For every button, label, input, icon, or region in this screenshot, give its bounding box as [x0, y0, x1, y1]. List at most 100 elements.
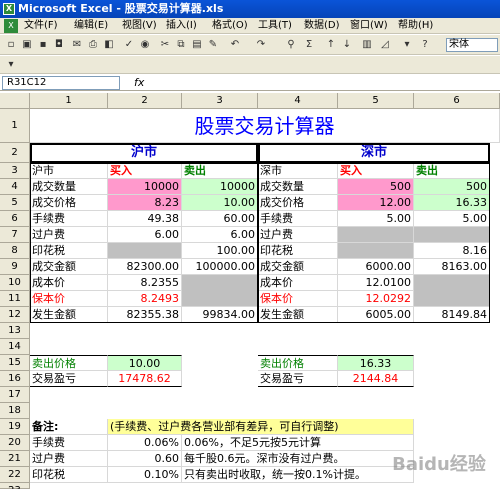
row-header[interactable]: 23 — [0, 483, 30, 489]
menu-insert[interactable]: 插入(I) — [166, 19, 197, 33]
row-header[interactable]: 4 — [0, 179, 30, 195]
sz-sell-price-label[interactable]: 卖出价格 — [258, 355, 338, 371]
font-name-box[interactable]: 宋体 — [446, 38, 498, 52]
sh-transfer-sell[interactable]: 6.00 — [182, 227, 258, 243]
name-box[interactable]: R31C12 — [2, 76, 120, 90]
sz-header[interactable]: 深市 — [258, 143, 490, 163]
cut-icon[interactable]: ✂ — [158, 38, 172, 52]
menu-format[interactable]: 格式(O) — [212, 19, 248, 33]
sz-profit-value[interactable]: 2144.84 — [338, 371, 414, 387]
menu-data[interactable]: 数据(D) — [304, 19, 340, 33]
sh-market-label[interactable]: 沪市 — [30, 163, 108, 179]
column-header[interactable]: 4 — [258, 93, 338, 109]
row-header[interactable]: 3 — [0, 163, 30, 179]
sh-amount-buy[interactable]: 82300.00 — [108, 259, 182, 275]
sh-cost-label[interactable]: 成本价 — [30, 275, 108, 291]
menu-window[interactable]: 窗口(W) — [350, 19, 388, 33]
sz-occur-buy[interactable]: 6005.00 — [338, 307, 414, 323]
sz-sell-price-value[interactable]: 16.33 — [338, 355, 414, 371]
menu-tools[interactable]: 工具(T) — [258, 19, 292, 33]
notes-fee-label[interactable]: 手续费 — [30, 435, 108, 451]
notes-transfer-label[interactable]: 过户费 — [30, 451, 108, 467]
hyperlink-icon[interactable]: ⚲ — [284, 38, 298, 52]
sh-stamp-sell[interactable]: 100.00 — [182, 243, 258, 259]
sh-occur-buy[interactable]: 82355.38 — [108, 307, 182, 323]
sh-stamp-label[interactable]: 印花税 — [30, 243, 108, 259]
row-header[interactable]: 13 — [0, 323, 30, 339]
sh-price-sell[interactable]: 10.00 — [182, 195, 258, 211]
sz-transfer-label[interactable]: 过户费 — [258, 227, 338, 243]
save-icon[interactable]: ▪ — [36, 38, 50, 52]
notes-transfer-text[interactable]: 每千股0.6元。深市没有过户费。 — [182, 451, 414, 467]
column-header[interactable]: 5 — [338, 93, 414, 109]
sz-fee-sell[interactable]: 5.00 — [414, 211, 490, 227]
sz-fee-buy[interactable]: 5.00 — [338, 211, 414, 227]
fx-icon[interactable]: fx — [134, 76, 144, 89]
sz-transfer-buy[interactable] — [338, 227, 414, 243]
row-header[interactable]: 6 — [0, 211, 30, 227]
undo-icon[interactable]: ↶ — [228, 38, 242, 52]
toolbar-options-icon[interactable]: ▾ — [4, 58, 18, 72]
new-icon[interactable]: ▫ — [4, 38, 18, 52]
research-icon[interactable]: ◉ — [138, 38, 152, 52]
sh-cost-value[interactable]: 8.2355 — [108, 275, 182, 291]
menu-help[interactable]: 帮助(H) — [398, 19, 433, 33]
sh-cost-blank[interactable] — [182, 275, 258, 307]
sz-amount-sell[interactable]: 8163.00 — [414, 259, 490, 275]
sz-breakeven-label[interactable]: 保本价 — [258, 291, 338, 307]
sz-amount-buy[interactable]: 6000.00 — [338, 259, 414, 275]
open-icon[interactable]: ▣ — [20, 38, 34, 52]
sz-cost-label[interactable]: 成本价 — [258, 275, 338, 291]
notes-transfer-rate[interactable]: 0.60 — [108, 451, 182, 467]
sh-transfer-buy[interactable]: 6.00 — [108, 227, 182, 243]
row-header[interactable]: 8 — [0, 243, 30, 259]
notes-fee-rate[interactable]: 0.06% — [108, 435, 182, 451]
row-header[interactable]: 14 — [0, 339, 30, 355]
document-menu-icon[interactable]: X — [4, 19, 18, 33]
sz-price-buy[interactable]: 12.00 — [338, 195, 414, 211]
sh-amount-label[interactable]: 成交金额 — [30, 259, 108, 275]
sh-profit-value[interactable]: 17478.62 — [108, 371, 182, 387]
sh-qty-label[interactable]: 成交数量 — [30, 179, 108, 195]
row-header[interactable]: 2 — [0, 143, 30, 163]
row-header[interactable]: 11 — [0, 291, 30, 307]
help-icon[interactable]: ? — [418, 38, 432, 52]
sz-market-label[interactable]: 深市 — [258, 163, 338, 179]
sh-sell-label[interactable]: 卖出 — [182, 163, 258, 179]
sh-occur-label[interactable]: 发生金额 — [30, 307, 108, 323]
sort-ascending-icon[interactable]: ↑ — [324, 38, 338, 52]
row-header[interactable]: 20 — [0, 435, 30, 451]
sz-transfer-sell[interactable] — [414, 227, 490, 243]
permission-icon[interactable]: ◘ — [52, 38, 66, 52]
menu-edit[interactable]: 编辑(E) — [74, 19, 108, 33]
sh-header[interactable]: 沪市 — [30, 143, 258, 163]
sz-qty-sell[interactable]: 500 — [414, 179, 490, 195]
sh-breakeven-label[interactable]: 保本价 — [30, 291, 108, 307]
row-header[interactable]: 16 — [0, 371, 30, 387]
sz-cost-blank[interactable] — [414, 275, 490, 307]
row-header[interactable]: 22 — [0, 467, 30, 483]
autosum-icon[interactable]: Σ — [302, 38, 316, 52]
sz-cost-value[interactable]: 12.0100 — [338, 275, 414, 291]
sh-stamp-buy[interactable] — [108, 243, 182, 259]
sh-buy-label[interactable]: 买入 — [108, 163, 182, 179]
sh-price-label[interactable]: 成交价格 — [30, 195, 108, 211]
paste-icon[interactable]: ▤ — [190, 38, 204, 52]
copy-icon[interactable]: ⧉ — [174, 38, 188, 52]
column-header[interactable]: 1 — [30, 93, 108, 109]
sz-price-sell[interactable]: 16.33 — [414, 195, 490, 211]
notes-remark[interactable]: (手续费、过户费各营业部有差异，可自行调整) — [108, 419, 414, 435]
sh-qty-buy[interactable]: 10000 — [108, 179, 182, 195]
notes-stamp-text[interactable]: 只有卖出时收取，统一按0.1%计提。 — [182, 467, 414, 483]
sort-descending-icon[interactable]: ↓ — [340, 38, 354, 52]
row-header[interactable]: 19 — [0, 419, 30, 435]
row-header[interactable]: 15 — [0, 355, 30, 371]
column-header[interactable]: 6 — [414, 93, 500, 109]
notes-fee-text[interactable]: 0.06%，不足5元按5元计算 — [182, 435, 414, 451]
notes-label[interactable]: 备注: — [30, 419, 108, 435]
select-all-corner[interactable] — [0, 93, 30, 109]
sh-fee-buy[interactable]: 49.38 — [108, 211, 182, 227]
sz-stamp-sell[interactable]: 8.16 — [414, 243, 490, 259]
sh-fee-label[interactable]: 手续费 — [30, 211, 108, 227]
sz-buy-label[interactable]: 买入 — [338, 163, 414, 179]
